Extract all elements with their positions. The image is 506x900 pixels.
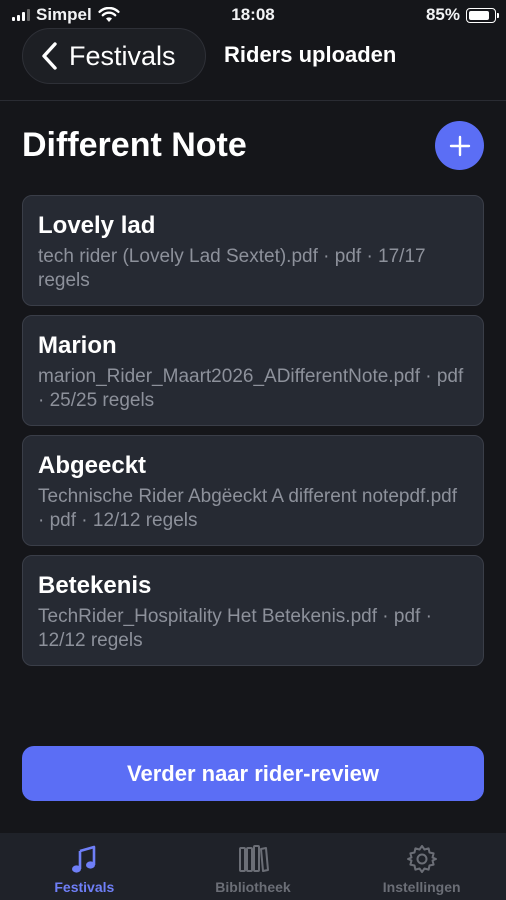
rider-name: Abgeeckt <box>38 452 147 479</box>
rider-card[interactable]: Betekenis TechRider_Hospitality Het Bete… <box>22 555 484 666</box>
rider-name: Lovely lad <box>38 212 156 239</box>
status-bar: Simpel 18:08 85% <box>0 0 506 30</box>
battery-icon <box>466 7 499 23</box>
rider-file-meta: TechRider_Hospitality Het Betekenis.pdf … <box>38 606 432 651</box>
tab-festivals-label: Festivals <box>54 879 115 895</box>
back-button-label: Festivals <box>69 40 176 71</box>
tab-bar: Festivals Bibliotheek Instellingen <box>0 833 506 900</box>
rider-card[interactable]: Marion marion_Rider_Maart2026_ADifferent… <box>22 315 484 426</box>
status-right: 85% <box>425 5 499 25</box>
tab-bibliotheek-label: Bibliotheek <box>215 879 291 895</box>
tab-festivals[interactable]: Festivals <box>0 833 169 900</box>
rider-card[interactable]: Abgeeckt Technische Rider Abgëeckt A dif… <box>22 435 484 546</box>
books-icon <box>239 845 269 872</box>
rider-list: Lovely lad tech rider (Lovely Lad Sextet… <box>22 195 484 675</box>
rider-file-meta: tech rider (Lovely Lad Sextet).pdf · pdf… <box>38 246 426 291</box>
chevron-left-icon <box>42 42 57 70</box>
nav-title: Riders uploaden <box>224 42 397 67</box>
navigation-bar: Festivals Riders uploaden <box>0 28 506 101</box>
rider-card[interactable]: Lovely lad tech rider (Lovely Lad Sextet… <box>22 195 484 306</box>
tab-instellingen-label: Instellingen <box>382 879 461 895</box>
battery-fill <box>469 10 489 20</box>
rider-file-meta: marion_Rider_Maart2026_ADifferentNote.pd… <box>38 366 464 411</box>
add-rider-button[interactable] <box>435 121 484 170</box>
rider-file-meta: Technische Rider Abgëeckt A different no… <box>38 486 457 531</box>
page-title: Different Note <box>22 126 247 164</box>
gear-icon <box>406 845 437 873</box>
tab-instellingen[interactable]: Instellingen <box>337 833 506 900</box>
continue-to-rider-review-button[interactable]: Verder naar rider-review <box>22 746 484 801</box>
rider-name: Marion <box>38 332 117 359</box>
plus-icon <box>449 135 470 156</box>
rider-name: Betekenis <box>38 572 152 599</box>
tab-bibliotheek[interactable]: Bibliotheek <box>169 833 338 900</box>
music-note-icon <box>72 845 96 873</box>
back-button[interactable]: Festivals <box>22 28 206 84</box>
battery-percent: 85% <box>425 5 460 24</box>
